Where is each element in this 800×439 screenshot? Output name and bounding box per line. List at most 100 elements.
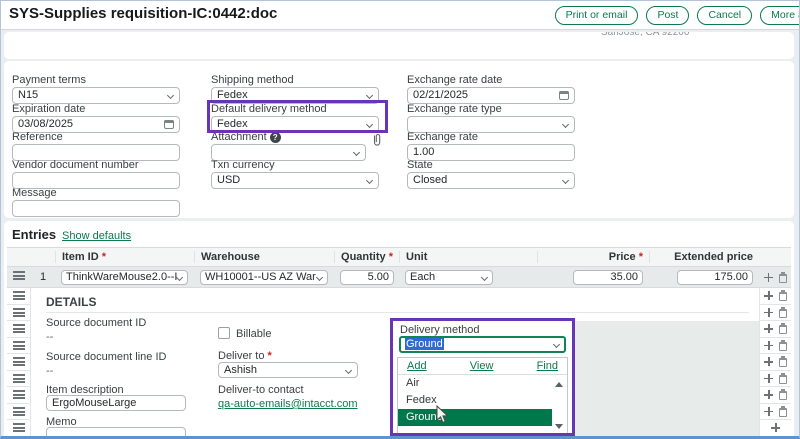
- paperclip-icon[interactable]: [371, 133, 383, 147]
- add-row-icon[interactable]: [764, 407, 773, 416]
- calendar-icon[interactable]: [164, 120, 174, 129]
- row-drag-cell[interactable]: [7, 338, 30, 355]
- delete-row-icon[interactable]: [779, 375, 787, 384]
- delete-row-icon[interactable]: [779, 292, 787, 301]
- delivery-method-combobox[interactable]: Ground: [399, 336, 566, 353]
- add-row-icon[interactable]: [764, 324, 773, 333]
- drag-handle-icon[interactable]: [13, 423, 25, 432]
- row-drag-cell[interactable]: [7, 420, 30, 436]
- drag-handle-icon[interactable]: [13, 324, 25, 333]
- row-drag-cell[interactable]: [7, 404, 30, 421]
- attachment-field: Attachment: [211, 131, 391, 161]
- required-marker: *: [102, 251, 106, 263]
- find-link[interactable]: Find: [537, 360, 558, 372]
- row-drag-cell[interactable]: [7, 305, 30, 322]
- row-actions: [759, 272, 791, 283]
- add-link[interactable]: Add: [407, 360, 427, 372]
- message-input[interactable]: [12, 200, 180, 217]
- billable-checkbox[interactable]: [218, 327, 230, 339]
- drag-handle-icon[interactable]: [13, 291, 25, 300]
- drag-handle-icon[interactable]: [13, 374, 25, 383]
- exchange-rate-label: Exchange rate: [407, 131, 575, 143]
- add-row-icon[interactable]: [764, 308, 773, 317]
- address-line: SanJose, CA 92200: [601, 32, 689, 38]
- view-link[interactable]: View: [470, 360, 494, 372]
- background-block: [570, 321, 759, 436]
- more-actions-button[interactable]: More action: [760, 6, 800, 25]
- item-id-select[interactable]: ThinkWareMouse2.0--I: [61, 270, 188, 285]
- row-number: 1: [31, 271, 55, 283]
- item-description-input[interactable]: ErgoMouseLarge: [46, 395, 186, 411]
- unit-select[interactable]: Each: [405, 270, 493, 285]
- extended-price-cell: 175.00: [649, 270, 759, 285]
- row-drag-cell[interactable]: [7, 321, 30, 338]
- add-row-icon[interactable]: [764, 273, 773, 282]
- exchange-rate-type-label: Exchange rate type: [407, 103, 575, 115]
- price-input[interactable]: 35.00: [573, 270, 643, 285]
- drag-handle-icon[interactable]: [13, 407, 25, 416]
- row-drag-cell[interactable]: [7, 354, 30, 371]
- col-item-id: Item ID *: [55, 251, 194, 263]
- state-select[interactable]: Closed: [407, 172, 575, 189]
- message-label: Message: [12, 187, 180, 199]
- col-price: Price *: [537, 251, 649, 263]
- add-row-icon[interactable]: [764, 390, 773, 399]
- default-delivery-method-label: Default delivery method: [211, 103, 379, 115]
- delete-row-icon[interactable]: [779, 309, 787, 318]
- add-row-icon[interactable]: [771, 423, 780, 432]
- drag-handle-icon[interactable]: [13, 357, 25, 366]
- memo-input[interactable]: [46, 427, 186, 436]
- page-title: SYS-Supplies requisition-IC:0442:doc: [9, 5, 277, 22]
- deliver-to-select[interactable]: Ashish: [218, 362, 358, 378]
- deliver-to-contact-link[interactable]: qa-auto-emails@intacct.com: [218, 398, 358, 410]
- deliver-to-label-text: Deliver to: [218, 350, 264, 362]
- exchange-rate-date-input[interactable]: 02/21/2025: [407, 87, 575, 104]
- print-or-email-button[interactable]: Print or email: [555, 6, 639, 25]
- payment-terms-select[interactable]: N15: [12, 87, 180, 104]
- drag-handle-icon[interactable]: [13, 308, 25, 317]
- show-defaults-link[interactable]: Show defaults: [62, 230, 131, 242]
- extended-price-input[interactable]: 175.00: [677, 270, 753, 285]
- add-row-icon[interactable]: [764, 291, 773, 300]
- option-fedex[interactable]: Fedex: [398, 392, 552, 409]
- scroll-down-icon[interactable]: [555, 424, 563, 429]
- txn-currency-select[interactable]: USD: [211, 172, 379, 189]
- scroll-up-icon[interactable]: [555, 382, 563, 387]
- address-panel: SanJose, CA 92200: [4, 32, 794, 59]
- row-drag-cell[interactable]: [7, 288, 30, 305]
- delete-row-icon[interactable]: [779, 342, 787, 351]
- post-button[interactable]: Post: [646, 6, 689, 25]
- drag-handle-icon[interactable]: [13, 271, 25, 280]
- cancel-button[interactable]: Cancel: [697, 6, 752, 25]
- chevron-down-icon: [562, 177, 569, 184]
- delete-row-icon[interactable]: [779, 358, 787, 367]
- add-row-icon[interactable]: [764, 341, 773, 350]
- deliver-to-label: Deliver to *: [218, 350, 272, 362]
- payment-terms-value: N15: [18, 89, 38, 101]
- row-drag-cell[interactable]: [7, 271, 31, 283]
- quantity-cell: 5.00: [334, 270, 399, 285]
- drag-handle-icon[interactable]: [13, 390, 25, 399]
- grid-header-row: Item ID * Warehouse Quantity * Unit Pric…: [7, 247, 791, 267]
- option-air[interactable]: Air: [398, 375, 552, 392]
- txn-currency-value: USD: [217, 174, 240, 186]
- row-drag-cell[interactable]: [7, 371, 30, 388]
- txn-currency-label: Txn currency: [211, 159, 379, 171]
- col-quantity: Quantity *: [334, 251, 399, 263]
- warehouse-select[interactable]: WH10001--US AZ War: [200, 270, 328, 285]
- help-icon[interactable]: [270, 132, 281, 143]
- add-row-icon[interactable]: [764, 374, 773, 383]
- row-drag-cell[interactable]: [7, 387, 30, 404]
- delete-row-icon[interactable]: [779, 391, 787, 400]
- expiration-date-label: Expiration date: [12, 103, 180, 115]
- drag-handle-icon[interactable]: [13, 341, 25, 350]
- quantity-input[interactable]: 5.00: [340, 270, 394, 285]
- option-ground[interactable]: Ground: [398, 409, 552, 426]
- shipping-method-select[interactable]: Fedex: [211, 87, 379, 104]
- calendar-icon[interactable]: [559, 91, 569, 100]
- delete-row-icon[interactable]: [779, 325, 787, 334]
- delete-row-icon[interactable]: [779, 274, 787, 283]
- source-document-id-label: Source document ID: [46, 317, 146, 329]
- delete-row-icon[interactable]: [779, 408, 787, 417]
- add-row-icon[interactable]: [764, 357, 773, 366]
